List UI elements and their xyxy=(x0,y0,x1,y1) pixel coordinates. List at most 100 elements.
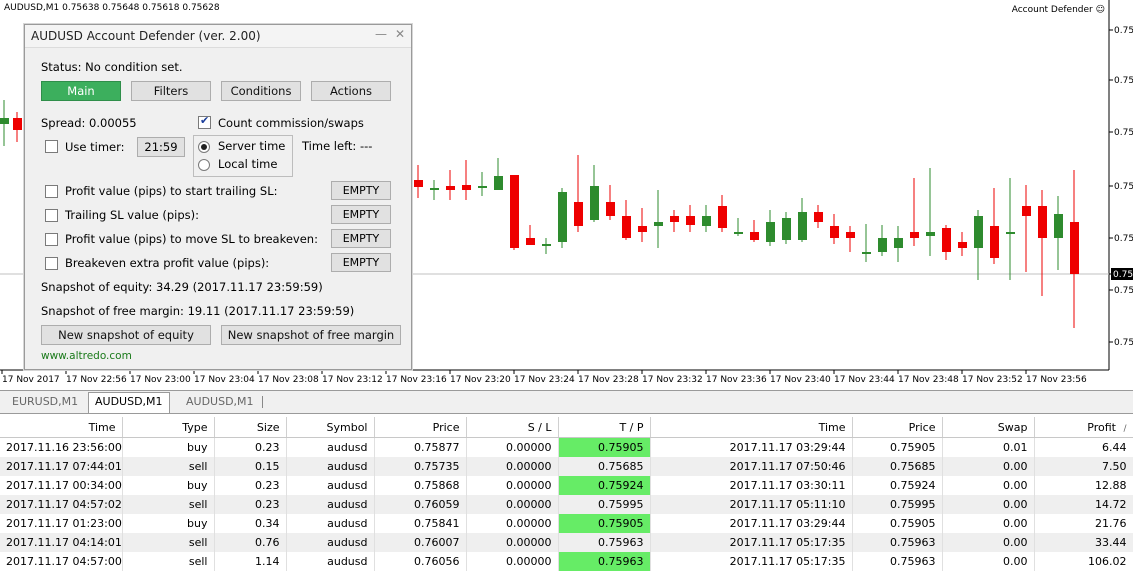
col-header-profit[interactable]: Profit / xyxy=(1034,417,1133,438)
tab-filters[interactable]: Filters xyxy=(131,81,211,101)
time-label: 17 Nov 23:40 xyxy=(770,375,831,385)
cell-close-time: 2017.11.17 05:17:35 xyxy=(650,552,853,571)
time-label: 17 Nov 23:28 xyxy=(578,375,639,385)
col-header-close-time[interactable]: Time xyxy=(650,417,853,438)
candle-body xyxy=(686,216,695,225)
price-label: 0.750 xyxy=(1114,26,1133,36)
close-icon[interactable]: ✕ xyxy=(395,27,405,41)
breakeven-extra-value-button[interactable]: EMPTY xyxy=(331,253,391,272)
table-row[interactable]: 2017.11.16 23:56:00 buy 0.23 audusd 0.75877 0… xyxy=(0,437,1133,457)
price-label: 0.750 xyxy=(1114,338,1133,348)
table-header-row: Time Type Size Symbol Price S / L T / P … xyxy=(0,417,1133,438)
cell-open-price: 0.76007 xyxy=(374,533,467,552)
breakeven-extra-checkbox[interactable] xyxy=(45,257,58,270)
use-timer-checkbox[interactable] xyxy=(45,140,58,153)
count-commission-label: Count commission/swaps xyxy=(218,116,364,130)
cell-type: buy xyxy=(122,437,215,457)
time-label: 17 Nov 23:16 xyxy=(386,375,447,385)
cell-swap: 0.01 xyxy=(942,437,1035,457)
timer-value-field[interactable]: 21:59 xyxy=(137,137,185,157)
candle-body xyxy=(734,232,743,234)
cell-take-profit: 0.75963 xyxy=(558,552,651,571)
server-time-label: Server time xyxy=(218,139,286,153)
cell-type: buy xyxy=(122,514,215,533)
time-label: 17 Nov 23:04 xyxy=(194,375,255,385)
cell-take-profit: 0.75905 xyxy=(558,437,651,457)
candle-body xyxy=(13,118,22,130)
cell-close-time: 2017.11.17 07:50:46 xyxy=(650,457,853,476)
table-row[interactable]: 2017.11.17 04:14:01 sell 0.76 audusd 0.76007… xyxy=(0,533,1133,552)
cell-take-profit: 0.75905 xyxy=(558,514,651,533)
breakeven-checkbox[interactable] xyxy=(45,233,58,246)
time-label: 17 Nov 23:36 xyxy=(706,375,767,385)
panel-titlebar[interactable]: AUDUSD Account Defender (ver. 2.00) — ✕ xyxy=(25,25,411,48)
col-header-symbol[interactable]: Symbol xyxy=(286,417,375,438)
server-time-radio[interactable] xyxy=(198,141,210,153)
candle-body xyxy=(782,218,791,240)
table-row[interactable]: 2017.11.17 00:34:00 buy 0.23 audusd 0.75868 0… xyxy=(0,476,1133,495)
col-header-profit-label: Profit xyxy=(1087,420,1116,434)
trailing-start-checkbox[interactable] xyxy=(45,185,58,198)
table-row[interactable]: 2017.11.17 01:23:00 buy 0.34 audusd 0.75841 0… xyxy=(0,514,1133,533)
table-row[interactable]: 2017.11.17 04:57:02 sell 0.23 audusd 0.76059… xyxy=(0,495,1133,514)
cell-size: 0.76 xyxy=(214,533,287,552)
website-link[interactable]: www.altredo.com xyxy=(41,350,132,362)
time-left-text: Time left: --- xyxy=(302,139,373,153)
tab-audusd-m1-active[interactable]: AUDUSD,M1 xyxy=(88,392,170,413)
cell-swap: 0.00 xyxy=(942,514,1035,533)
cell-open-price: 0.75841 xyxy=(374,514,467,533)
cell-stop-loss: 0.00000 xyxy=(466,552,559,571)
col-header-swap[interactable]: Swap xyxy=(942,417,1035,438)
table-row[interactable]: 2017.11.17 07:44:01 sell 0.15 audusd 0.75735… xyxy=(0,457,1133,476)
breakeven-value-button[interactable]: EMPTY xyxy=(331,229,391,248)
time-label: 17 Nov 23:12 xyxy=(322,375,383,385)
time-label: 17 Nov 23:52 xyxy=(962,375,1023,385)
cell-close-price: 0.75995 xyxy=(852,495,943,514)
cell-swap: 0.00 xyxy=(942,552,1035,571)
table-row[interactable]: 2017.11.17 04:57:00 sell 1.14 audusd 0.76056… xyxy=(0,552,1133,571)
trailing-start-label: Profit value (pips) to start trailing SL… xyxy=(65,184,278,198)
candle-body xyxy=(494,176,503,190)
expert-advisor-label: Account Defender ☺ xyxy=(1011,5,1105,15)
cell-type: sell xyxy=(122,552,215,571)
cell-type: sell xyxy=(122,533,215,552)
tab-eurusd-m1[interactable]: EURUSD,M1 xyxy=(6,393,84,411)
minimize-icon[interactable]: — xyxy=(375,27,387,41)
trailing-sl-value-button[interactable]: EMPTY xyxy=(331,205,391,224)
trailing-start-value-button[interactable]: EMPTY xyxy=(331,181,391,200)
trailing-sl-label: Trailing SL value (pips): xyxy=(65,208,200,222)
cell-profit: 21.76 xyxy=(1034,514,1133,533)
col-header-take-profit[interactable]: T / P xyxy=(558,417,651,438)
cell-open-time: 2017.11.16 23:56:00 xyxy=(0,437,123,457)
cell-profit: 6.44 xyxy=(1034,437,1133,457)
tab-main[interactable]: Main xyxy=(41,81,121,101)
local-time-radio[interactable] xyxy=(198,159,210,171)
cell-take-profit: 0.75685 xyxy=(558,457,651,476)
tab-conditions[interactable]: Conditions xyxy=(221,81,301,101)
cell-stop-loss: 0.00000 xyxy=(466,533,559,552)
panel-title: AUDUSD Account Defender (ver. 2.00) xyxy=(31,29,261,43)
col-header-stop-loss[interactable]: S / L xyxy=(466,417,559,438)
col-header-open-time[interactable]: Time xyxy=(0,417,123,438)
timezone-group: Server time Local time xyxy=(193,135,293,177)
col-header-size[interactable]: Size xyxy=(214,417,287,438)
col-header-open-price[interactable]: Price xyxy=(374,417,467,438)
cell-profit: 106.02 xyxy=(1034,552,1133,571)
cell-swap: 0.00 xyxy=(942,476,1035,495)
new-equity-snapshot-button[interactable]: New snapshot of equity xyxy=(41,325,211,345)
candle-body xyxy=(638,226,647,232)
col-header-type[interactable]: Type xyxy=(122,417,215,438)
candle-body xyxy=(830,226,839,238)
trailing-sl-checkbox[interactable] xyxy=(45,209,58,222)
new-margin-snapshot-button[interactable]: New snapshot of free margin xyxy=(221,325,401,345)
tab-actions[interactable]: Actions xyxy=(311,81,391,101)
cell-symbol: audusd xyxy=(286,533,375,552)
candle-body xyxy=(974,216,983,248)
cell-take-profit: 0.75924 xyxy=(558,476,651,495)
count-commission-checkbox[interactable] xyxy=(198,114,211,129)
candle-body xyxy=(0,118,9,124)
tab-audusd-m1[interactable]: AUDUSD,M1 xyxy=(180,393,260,411)
current-price-label: 0.75 xyxy=(1113,270,1133,280)
col-header-close-price[interactable]: Price xyxy=(852,417,943,438)
candle-body xyxy=(942,228,951,252)
